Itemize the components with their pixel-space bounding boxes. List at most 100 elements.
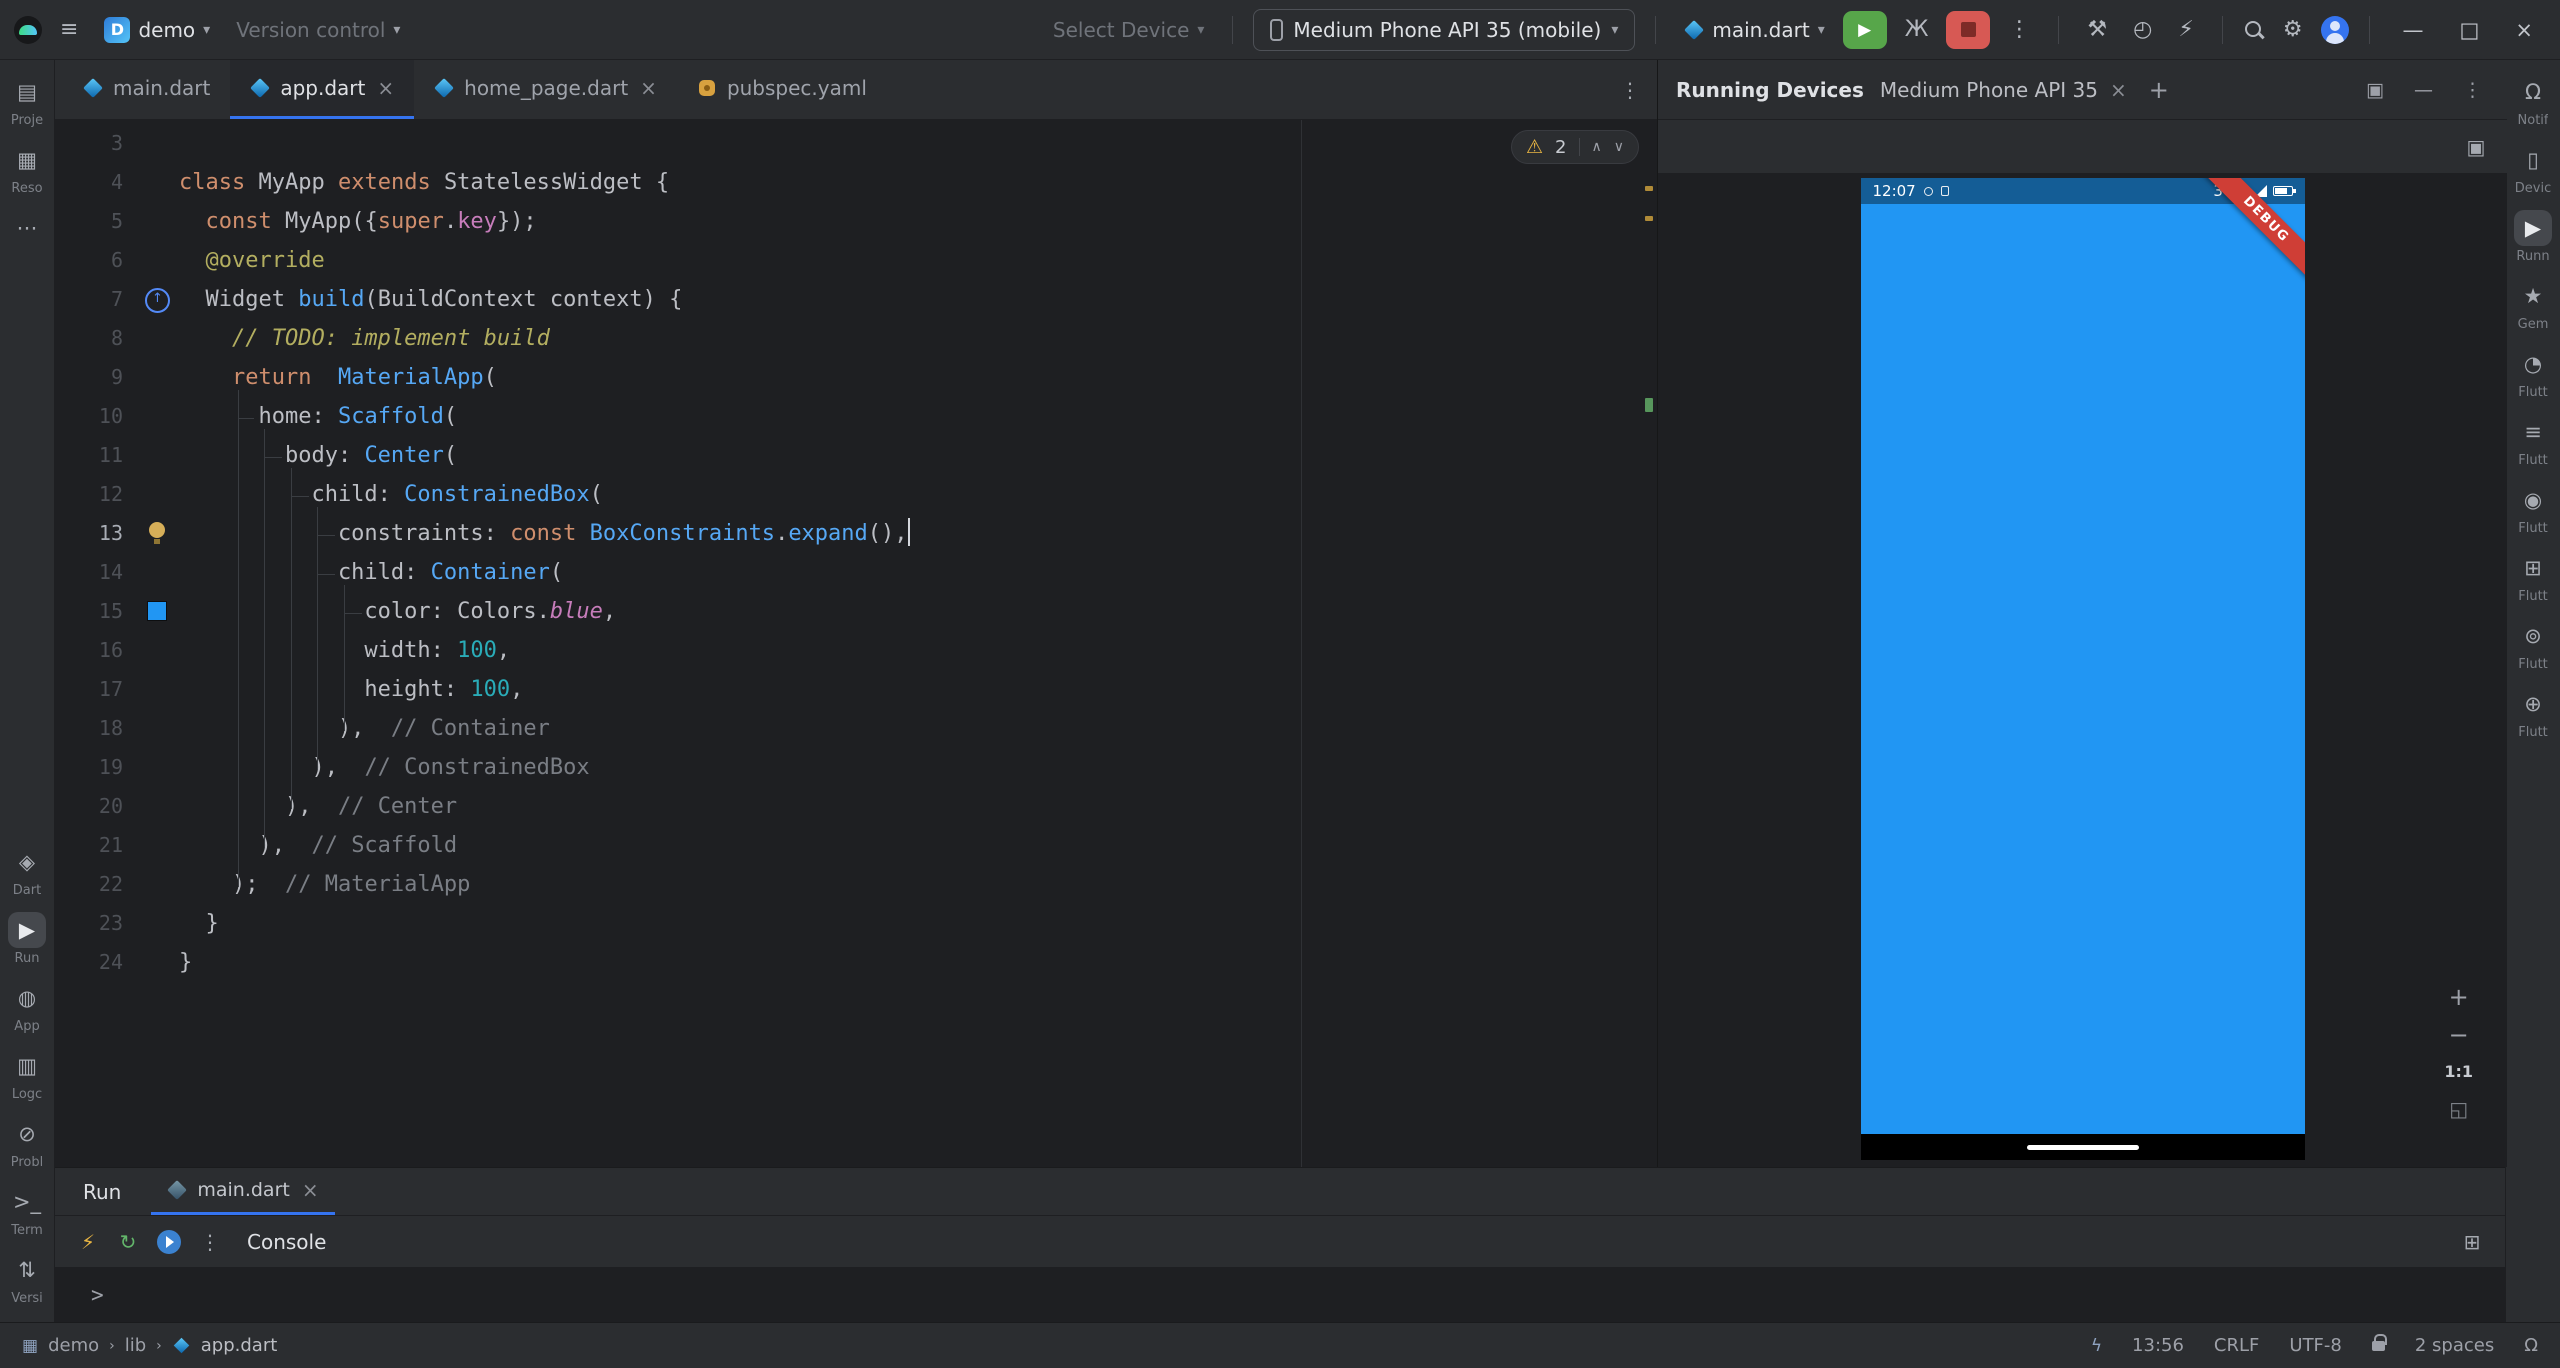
settings-gear-icon[interactable]: ⚙ [2275,17,2311,42]
code-text[interactable]: color: Colors.blue, [179,592,616,631]
editor-tab-pubspec-yaml[interactable]: pubspec.yaml [677,60,887,119]
tool-strip-item-logcat[interactable]: ▥ Logc [0,1042,54,1110]
code-line[interactable]: 11 body: Center( [55,436,1657,475]
code-line[interactable]: 24} [55,943,1657,982]
close-icon[interactable]: × [302,1178,319,1202]
swatch-gutter-icon[interactable] [139,592,179,631]
window-maximize-button[interactable]: □ [2447,18,2493,42]
tool-strip-item-notifications[interactable]: Ω Notif [2506,68,2560,136]
editor-options-icon[interactable]: ⋮ [1613,74,1647,106]
fit-to-window-icon[interactable]: ◱ [2449,1097,2468,1121]
code-line[interactable]: 13 constraints: const BoxConstraints.exp… [55,514,1657,553]
code-text[interactable]: ); // MaterialApp [179,865,470,904]
code-line[interactable]: 21 ), // Scaffold [55,826,1657,865]
tool-strip-item-more-tools[interactable]: ⋯ [0,204,54,257]
notifications-bell-icon[interactable]: Ω [2524,1335,2538,1356]
window-minimize-button[interactable]: — [2390,18,2437,42]
code-text[interactable]: height: 100, [179,670,523,709]
tool-strip-item-gemini[interactable]: ★ Gem [2506,272,2560,340]
rotate-left-icon[interactable] [1786,131,1820,163]
warning-stripe-mark[interactable] [1645,216,1653,221]
code-text[interactable]: ), // Center [179,787,457,826]
split-panel-icon[interactable]: ▣ [2359,79,2391,101]
volume-down-icon[interactable] [1748,131,1782,163]
editor-tab-app-dart[interactable]: app.dart × [230,60,414,119]
tool-strip-item-flutter-inspector[interactable]: ◔ Flutt [2506,340,2560,408]
device-dropdown[interactable]: Medium Phone API 35 (mobile) ▾ [1253,9,1635,51]
run-button[interactable]: ▶ [1843,11,1887,49]
code-line[interactable]: 6 @override [55,241,1657,280]
close-icon[interactable]: × [2110,78,2127,102]
code-text[interactable]: ), // Scaffold [179,826,457,865]
code-text[interactable]: } [179,943,192,982]
tool-strip-item-device-manager[interactable]: ▯ Devic [2506,136,2560,204]
code-line[interactable]: 3 [55,124,1657,163]
code-line[interactable]: 22 ); // MaterialApp [55,865,1657,904]
code-line[interactable]: 19 ), // ConstrainedBox [55,748,1657,787]
screen-record-icon[interactable] [2090,131,2124,163]
zoom-ratio-button[interactable]: 1:1 [2444,1062,2473,1081]
code-line[interactable]: 10 home: Scaffold( [55,397,1657,436]
tool-strip-item-flutter-property-editor[interactable]: ⊞ Flutt [2506,544,2560,612]
add-device-tab-icon[interactable]: + [2143,76,2175,104]
debug-button[interactable]: Ж [1897,17,1937,42]
vcs-widget[interactable]: Version control ▾ [228,14,408,46]
override-gutter-icon[interactable] [139,280,179,319]
inspections-widget[interactable]: ⚠ 2 ∧ ∨ [1511,130,1639,164]
tool-strip-item-version-control[interactable]: ⇅ Versi [0,1246,54,1314]
app-inspection-icon[interactable]: ⚡ [2170,17,2201,42]
console-output[interactable]: > [55,1268,2505,1322]
main-menu-icon[interactable]: ≡ [52,17,86,42]
code-text[interactable]: @override [179,241,325,280]
device-connection-icon[interactable]: ϟ [2091,1336,2102,1356]
code-text[interactable]: body: Center( [179,436,457,475]
search-icon[interactable] [2243,19,2265,41]
code-text[interactable]: class MyApp extends StatelessWidget { [179,163,669,202]
close-icon[interactable]: × [640,76,657,100]
code-text[interactable]: } [179,904,219,943]
tool-strip-item-running-devices[interactable]: ▶ Runn [2506,204,2560,272]
tool-strip-item-project[interactable]: ▤ Proje [0,68,54,136]
code-line[interactable]: 8 // TODO: implement build [55,319,1657,358]
code-line[interactable]: 16 width: 100, [55,631,1657,670]
code-line[interactable]: 17 height: 100, [55,670,1657,709]
next-problem-icon[interactable]: ∨ [1614,139,1624,155]
more-icon[interactable] [2204,131,2238,163]
messages-icon[interactable] [2166,131,2200,163]
tool-strip-item-dart-analysis[interactable]: ◈ Dart [0,838,54,906]
code-text[interactable]: child: Container( [179,553,563,592]
zoom-out-button[interactable]: − [2449,1024,2469,1046]
more-actions-icon[interactable]: ⋮ [2000,17,2038,42]
editor-tab-home-page-dart[interactable]: home_page.dart × [414,60,677,119]
power-icon[interactable] [1672,131,1706,163]
code-line[interactable]: 4class MyApp extends StatelessWidget { [55,163,1657,202]
snapshot-icon[interactable] [2128,131,2162,163]
code-line[interactable]: 18 ), // Container [55,709,1657,748]
editor-tab-main-dart[interactable]: main.dart [63,60,230,119]
code-editor[interactable]: 34class MyApp extends StatelessWidget {5… [55,120,1657,1167]
read-only-lock-icon[interactable] [2372,1341,2385,1351]
code-line[interactable]: 14 child: Container( [55,553,1657,592]
select-device-dropdown[interactable]: Select Device ▾ [1045,14,1213,46]
close-icon[interactable]: × [377,76,394,100]
tool-strip-item-resource-manager[interactable]: ▦ Reso [0,136,54,204]
run-tab-main-dart[interactable]: main.dart × [151,1168,334,1215]
device-tab[interactable]: Medium Phone API 35 × [1880,78,2127,102]
tool-strip-item-problems[interactable]: ⊘ Probl [0,1110,54,1178]
panel-options-icon[interactable]: ⋮ [2456,79,2489,101]
code-text[interactable]: Widget build(BuildContext context) { [179,280,682,319]
camera-icon[interactable] [2052,131,2086,163]
code-text[interactable]: child: ConstrainedBox( [179,475,603,514]
hot-restart-icon[interactable]: ↻ [111,1226,145,1258]
tool-strip-item-flutter-coverage[interactable]: ⊚ Flutt [2506,612,2560,680]
more-options-icon[interactable]: ⋮ [193,1226,227,1258]
code-line[interactable]: 23 } [55,904,1657,943]
tool-strip-item-flutter-deep-links[interactable]: ⊕ Flutt [2506,680,2560,748]
back-icon[interactable] [1900,131,1934,163]
prev-problem-icon[interactable]: ∧ [1592,139,1602,155]
stop-button[interactable] [1946,11,1990,49]
warning-stripe-mark[interactable] [1645,186,1653,191]
project-switcher[interactable]: D demo ▾ [96,13,218,47]
breadcrumb-project[interactable]: demo [48,1335,99,1356]
bulb-gutter-icon[interactable] [139,514,179,553]
